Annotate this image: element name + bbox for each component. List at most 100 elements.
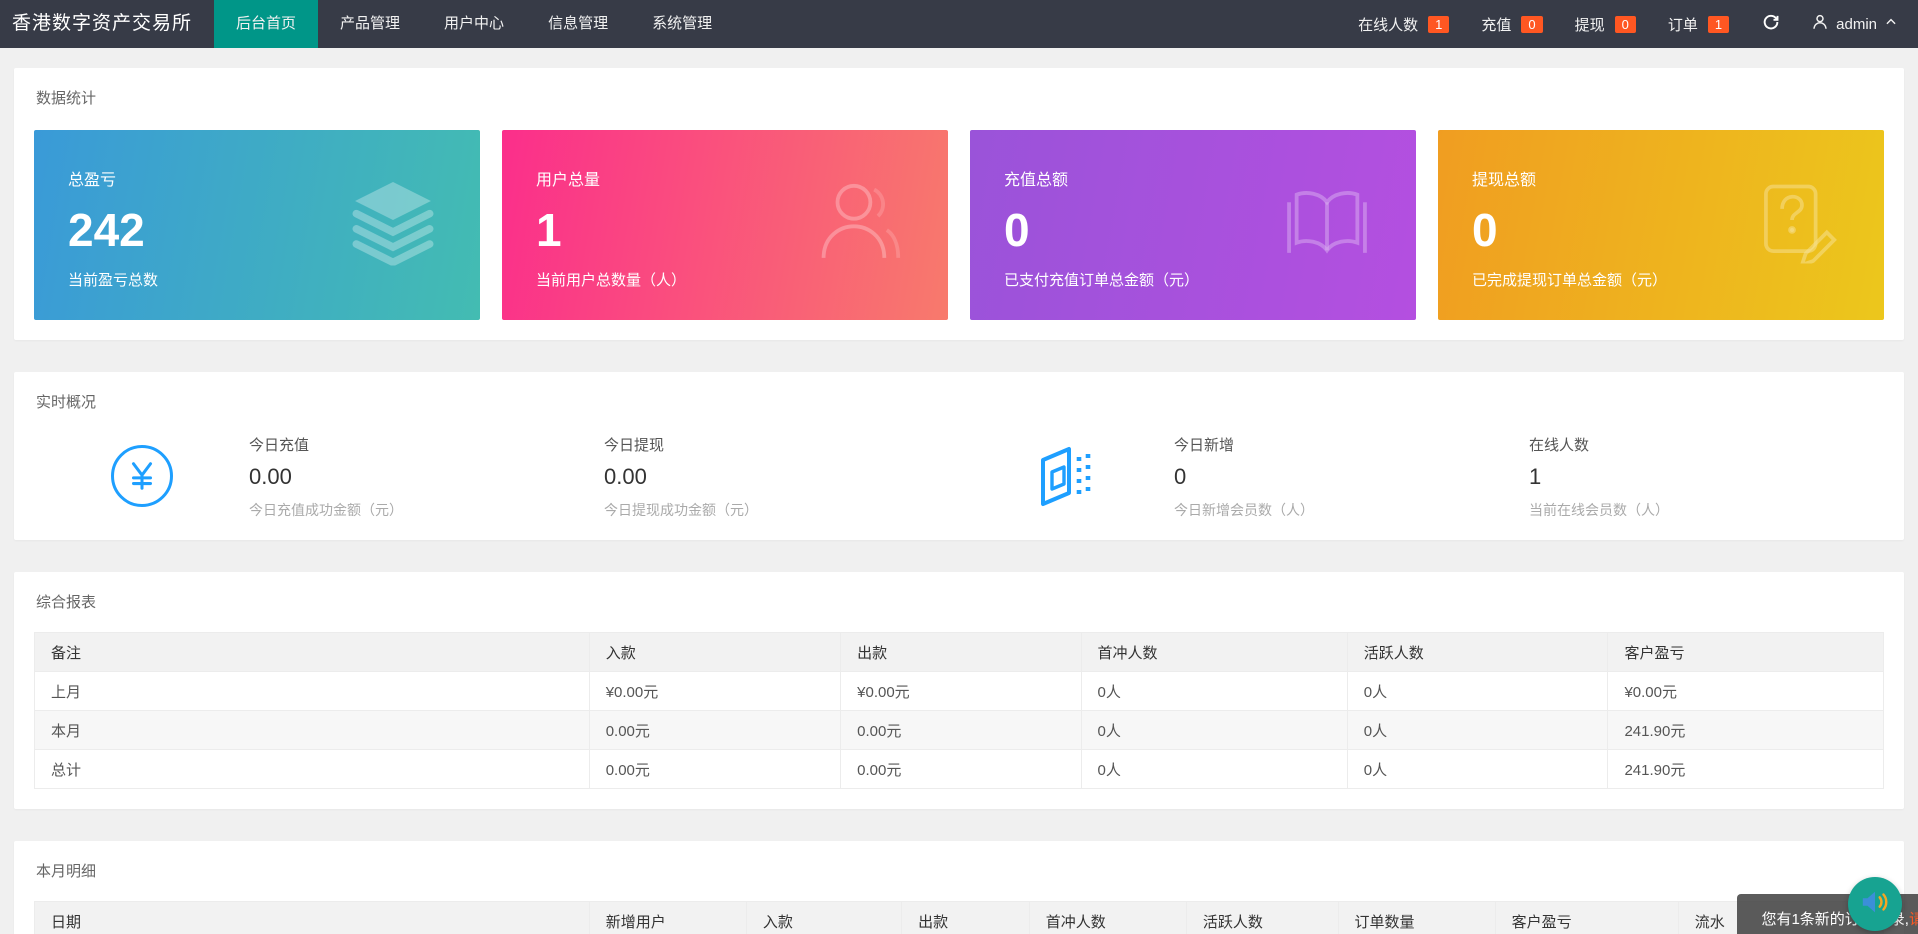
orders-item[interactable]: 订单 1	[1652, 0, 1745, 48]
stat-caption: 已支付充值订单总金额（元）	[1004, 269, 1382, 290]
cell: 241.90元	[1608, 750, 1884, 789]
nav-item-products[interactable]: 产品管理	[318, 0, 422, 48]
stat-card: 总盈亏 242 当前盈亏总数	[34, 130, 480, 320]
open-book-icon	[1284, 183, 1370, 268]
table-row: 本月 0.00元 0.00元 0人 0人 241.90元	[35, 711, 1884, 750]
cell: 总计	[35, 750, 590, 789]
report-table: 备注 入款 出款 首冲人数 活跃人数 客户盈亏 上月 ¥0.00元 ¥0.00元…	[34, 632, 1884, 789]
stat-caption: 当前用户总数量（人）	[536, 269, 914, 290]
cell: 本月	[35, 711, 590, 750]
stats-panel-title: 数据统计	[34, 83, 1884, 108]
nav-item-users[interactable]: 用户中心	[422, 0, 526, 48]
refresh-icon	[1761, 12, 1781, 37]
cell: 0人	[1347, 672, 1608, 711]
withdraw-label: 提现	[1575, 14, 1605, 35]
nav-item-system[interactable]: 系统管理	[630, 0, 734, 48]
nav-item-info[interactable]: 信息管理	[526, 0, 630, 48]
detail-table: 日期 新增用户 入款 出款 首冲人数 活跃人数 订单数量 客户盈亏 流水 202…	[34, 901, 1884, 934]
stat-card: 用户总量 1 当前用户总数量（人）	[502, 130, 948, 320]
cell: ¥0.00元	[1608, 672, 1884, 711]
ov-caption: 今日充值成功金额（元）	[249, 500, 604, 520]
cell: 0人	[1081, 750, 1347, 789]
detail-panel-title: 本月明细	[34, 856, 1884, 881]
col-header: 首冲人数	[1081, 633, 1347, 672]
recharge-label: 充值	[1481, 14, 1511, 35]
col-header: 活跃人数	[1347, 633, 1608, 672]
ov-value: 0.00	[249, 464, 604, 490]
detail-panel: 本月明细 日期 新增用户 入款 出款 首冲人数 活跃人数 订单数量 客户盈亏 流…	[14, 841, 1904, 934]
cell: 0.00元	[589, 711, 840, 750]
main-menu: 后台首页 产品管理 用户中心 信息管理 系统管理	[214, 0, 734, 48]
withdraw-item[interactable]: 提现 0	[1559, 0, 1652, 48]
ov-value: 1	[1529, 464, 1884, 490]
col-header: 日期	[35, 902, 590, 934]
user-icon	[1811, 13, 1829, 35]
today-withdraw-block: 今日提现 0.00 今日提现成功金额（元）	[604, 432, 959, 520]
cell: 0人	[1081, 672, 1347, 711]
today-new-block: 今日新增 0 今日新增会员数（人）	[1174, 432, 1529, 520]
brand-title: 香港数字资产交易所	[0, 0, 214, 48]
speaker-icon	[1860, 887, 1890, 922]
stat-card: 提现总额 0 已完成提现订单总金额（元）	[1438, 130, 1884, 320]
col-header: 入款	[589, 633, 840, 672]
ov-label: 今日充值	[249, 434, 604, 455]
cell: 0人	[1081, 711, 1347, 750]
user-menu[interactable]: admin	[1797, 0, 1918, 48]
report-panel-title: 综合报表	[34, 587, 1884, 612]
ov-label: 在线人数	[1529, 434, 1884, 455]
cell: 241.90元	[1608, 711, 1884, 750]
ov-value: 0.00	[604, 464, 959, 490]
overview-row: 今日充值 0.00 今日充值成功金额（元） 今日提现 0.00 今日提现成功金额…	[34, 432, 1884, 520]
withdraw-badge: 0	[1615, 16, 1636, 33]
online-count-badge: 1	[1428, 16, 1449, 33]
building-icon	[959, 444, 1174, 508]
col-header: 客户盈亏	[1495, 902, 1678, 934]
top-navbar: 香港数字资产交易所 后台首页 产品管理 用户中心 信息管理 系统管理 在线人数 …	[0, 0, 1918, 48]
cell: 0.00元	[841, 711, 1081, 750]
user-name: admin	[1836, 16, 1877, 33]
layers-icon	[352, 180, 434, 271]
stat-cards-row: 总盈亏 242 当前盈亏总数 用户总量 1 当前用户总数量（人） 充值总额 0 …	[34, 130, 1884, 320]
cell: 0人	[1347, 711, 1608, 750]
cell: ¥0.00元	[841, 672, 1081, 711]
col-header: 新增用户	[589, 902, 746, 934]
orders-badge: 1	[1708, 16, 1729, 33]
cell: ¥0.00元	[589, 672, 840, 711]
table-row: 总计 0.00元 0.00元 0人 0人 241.90元	[35, 750, 1884, 789]
cell: 0.00元	[841, 750, 1081, 789]
chevron-up-icon	[1884, 15, 1898, 33]
today-recharge-block: 今日充值 0.00 今日充值成功金额（元）	[249, 432, 604, 520]
ov-caption: 当前在线会员数（人）	[1529, 500, 1884, 520]
stat-caption: 已完成提现订单总金额（元）	[1472, 269, 1850, 290]
notification-sound-button[interactable]	[1848, 877, 1902, 931]
user-silhouette-icon	[816, 180, 902, 271]
recharge-item[interactable]: 充值 0	[1465, 0, 1558, 48]
overview-panel-title: 实时概况	[34, 387, 1884, 412]
overview-panel: 实时概况 今日充值 0.00 今日充值成功金额（元） 今日提现 0.00 今日提…	[14, 372, 1904, 540]
cell: 上月	[35, 672, 590, 711]
col-header: 活跃人数	[1186, 902, 1338, 934]
stats-panel: 数据统计 总盈亏 242 当前盈亏总数 用户总量 1 当前用户总数量（人） 充值…	[14, 68, 1904, 340]
cell: 0.00元	[589, 750, 840, 789]
table-row: 上月 ¥0.00元 ¥0.00元 0人 0人 ¥0.00元	[35, 672, 1884, 711]
ov-label: 今日新增	[1174, 434, 1529, 455]
col-header: 出款	[902, 902, 1030, 934]
col-header: 入款	[746, 902, 901, 934]
refresh-button[interactable]	[1745, 0, 1797, 48]
stat-caption: 当前盈亏总数	[68, 269, 446, 290]
online-count-item[interactable]: 在线人数 1	[1342, 0, 1465, 48]
nav-item-dashboard[interactable]: 后台首页	[214, 0, 318, 48]
toast-view-link[interactable]: 请查看	[1909, 911, 1918, 928]
recharge-badge: 0	[1521, 16, 1542, 33]
table-header-row: 备注 入款 出款 首冲人数 活跃人数 客户盈亏	[35, 633, 1884, 672]
doc-edit-icon	[1756, 182, 1838, 269]
main-content: 数据统计 总盈亏 242 当前盈亏总数 用户总量 1 当前用户总数量（人） 充值…	[0, 48, 1918, 934]
table-header-row: 日期 新增用户 入款 出款 首冲人数 活跃人数 订单数量 客户盈亏 流水	[35, 902, 1884, 934]
report-panel: 综合报表 备注 入款 出款 首冲人数 活跃人数 客户盈亏 上月 ¥0.00元 ¥…	[14, 572, 1904, 809]
cell: 0人	[1347, 750, 1608, 789]
col-header: 出款	[841, 633, 1081, 672]
col-header: 订单数量	[1338, 902, 1495, 934]
navbar-right: 在线人数 1 充值 0 提现 0 订单 1 admin	[1342, 0, 1918, 48]
col-header: 客户盈亏	[1608, 633, 1884, 672]
ov-label: 今日提现	[604, 434, 959, 455]
